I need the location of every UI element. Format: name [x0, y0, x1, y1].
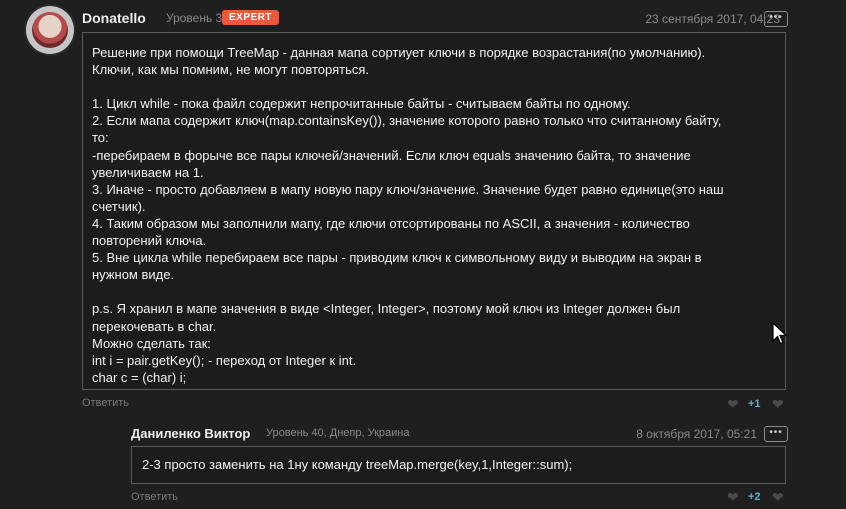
comment-line: 3. Иначе - просто добавляем в мапу новую…	[92, 181, 724, 197]
reply-header: Даниленко Виктор Уровень 40, Днепр, Укра…	[131, 426, 761, 442]
user-level: Уровень 32	[166, 11, 229, 25]
comment-line: нужном виде.	[92, 267, 175, 283]
comment-line: -перебираем в форыче все пары ключей/зна…	[92, 147, 691, 163]
like-heart-icon[interactable]: ❤	[772, 490, 787, 504]
comment-line: Можно сделать так:	[92, 335, 211, 351]
avatar-image	[32, 12, 68, 48]
reply-link[interactable]: Ответить	[131, 491, 178, 503]
like-heart-icon[interactable]: ❤	[772, 397, 787, 411]
reply-text: 2-3 просто заменить на 1ну команду treeM…	[142, 457, 573, 472]
comment-line: 5. Вне цикла while перебираем все пары -…	[92, 250, 702, 266]
vote-score: +2	[748, 491, 761, 503]
mouse-pointer-icon	[772, 321, 788, 345]
reply-body: 2-3 просто заменить на 1ну команду treeM…	[131, 446, 786, 484]
comment-line	[92, 78, 775, 95]
comment-line: то:	[92, 130, 109, 146]
comment-line: 4. Таким образом мы заполнили мапу, где …	[92, 215, 690, 231]
more-options-button[interactable]: •••	[764, 11, 788, 27]
comment-line: p.s. Я хранил в мапе значения в виде <In…	[92, 301, 681, 317]
comment-line: Ключи, как мы помним, не могут повторять…	[92, 62, 370, 78]
comment-line: char c = (char) i;	[92, 369, 187, 385]
comment-text: Решение при помощи TreeMap - данная мапа…	[92, 44, 775, 386]
comment-header: Donatello Уровень 32 EXPERT 23 сентября …	[82, 10, 786, 26]
user-level: Уровень 40, Днепр, Украина	[266, 427, 410, 439]
dislike-heart-icon[interactable]: ❤	[727, 397, 742, 411]
username[interactable]: Donatello	[82, 10, 146, 26]
comment-line: 1. Цикл while - пока файл содержит непро…	[92, 96, 631, 112]
comment-line: счетчик).	[92, 198, 146, 214]
vote-score: +1	[748, 398, 761, 410]
avatar[interactable]	[26, 6, 74, 54]
comment-date: 8 октября 2017, 05:21	[636, 427, 757, 441]
comment-line: повторений ключа.	[92, 233, 207, 249]
comment-line	[92, 283, 775, 300]
comment-line: int i = pair.getKey(); - переход от Inte…	[92, 352, 357, 368]
username[interactable]: Даниленко Виктор	[131, 426, 250, 441]
comment-line: 2. Если мапа содержит ключ(map.containsK…	[92, 113, 722, 129]
more-options-button[interactable]: •••	[764, 426, 788, 442]
expert-badge: EXPERT	[222, 10, 280, 25]
dislike-heart-icon[interactable]: ❤	[727, 490, 742, 504]
comment-line: перекочевать в char.	[92, 318, 217, 334]
comment-line: Решение при помощи TreeMap - данная мапа…	[92, 45, 706, 60]
comment-line: увеличиваем на 1.	[92, 164, 204, 180]
reply-link[interactable]: Ответить	[82, 397, 129, 409]
comment-date: 23 сентября 2017, 04:23	[645, 12, 780, 26]
comment-body: Решение при помощи TreeMap - данная мапа…	[82, 32, 786, 390]
